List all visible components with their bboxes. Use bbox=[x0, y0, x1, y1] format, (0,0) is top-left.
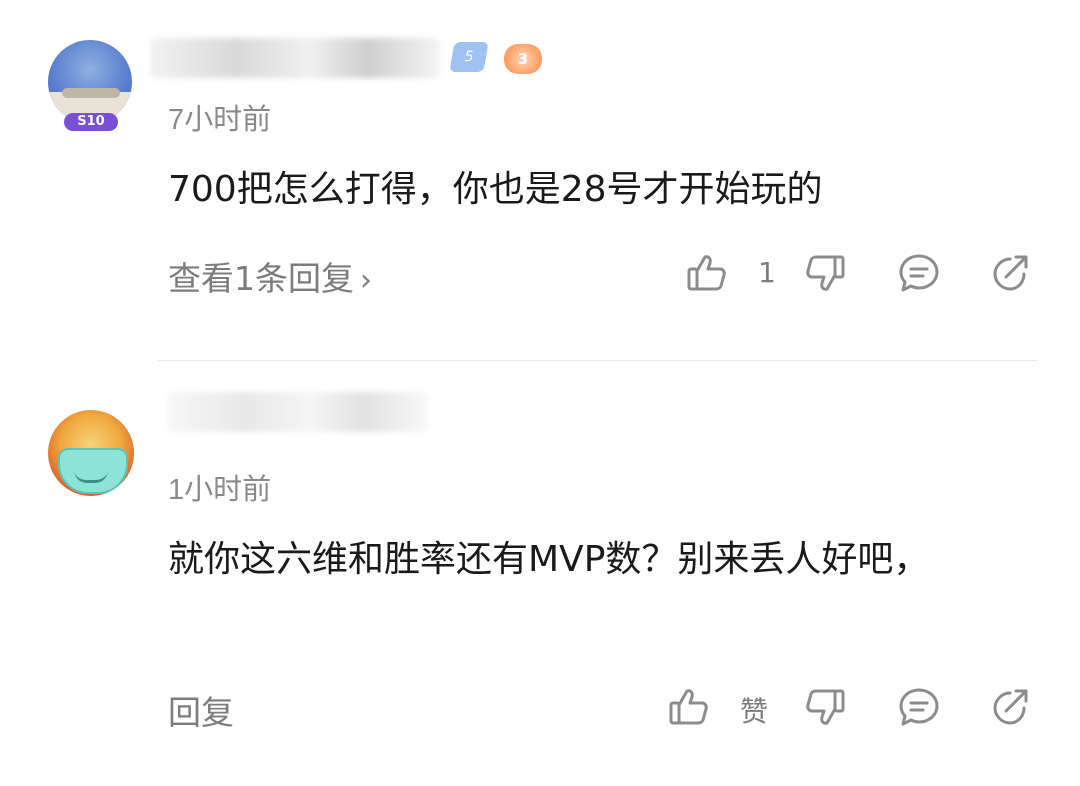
comment-text: 700把怎么打得，你也是28号才开始玩的 bbox=[168, 169, 823, 210]
thumbs-up-icon[interactable] bbox=[684, 250, 730, 296]
username-blurred[interactable] bbox=[168, 392, 428, 432]
level-badge: 5 bbox=[449, 42, 489, 72]
comment-divider bbox=[158, 360, 1038, 361]
share-icon[interactable] bbox=[988, 684, 1034, 730]
comment-icon[interactable] bbox=[896, 250, 942, 296]
comment-time: 7小时前 bbox=[168, 104, 272, 136]
avatar[interactable] bbox=[48, 40, 132, 124]
share-icon[interactable] bbox=[988, 250, 1034, 296]
reply-button[interactable]: 回复 bbox=[168, 686, 234, 734]
username-blurred[interactable] bbox=[150, 38, 440, 78]
view-replies-label: 查看1条回复 bbox=[168, 259, 354, 298]
comment-icon[interactable] bbox=[896, 684, 942, 730]
thumbs-up-icon[interactable] bbox=[666, 684, 712, 730]
comment-time: 1小时前 bbox=[168, 474, 272, 506]
medal-badge: 3 bbox=[504, 44, 542, 74]
like-label: 赞 bbox=[740, 695, 769, 728]
thumbs-down-icon[interactable] bbox=[802, 250, 848, 296]
avatar-plane bbox=[62, 88, 120, 98]
like-count: 1 bbox=[758, 256, 776, 289]
avatar-rank-badge: S10 bbox=[64, 113, 118, 131]
avatar[interactable] bbox=[48, 410, 134, 496]
view-replies-link[interactable]: 查看1条回复 › bbox=[168, 252, 372, 300]
comment-text: 就你这六维和胜率还有MVP数？别来丢人好吧， bbox=[168, 539, 930, 580]
thumbs-down-icon[interactable] bbox=[802, 684, 848, 730]
chevron-right-icon: › bbox=[360, 263, 372, 298]
